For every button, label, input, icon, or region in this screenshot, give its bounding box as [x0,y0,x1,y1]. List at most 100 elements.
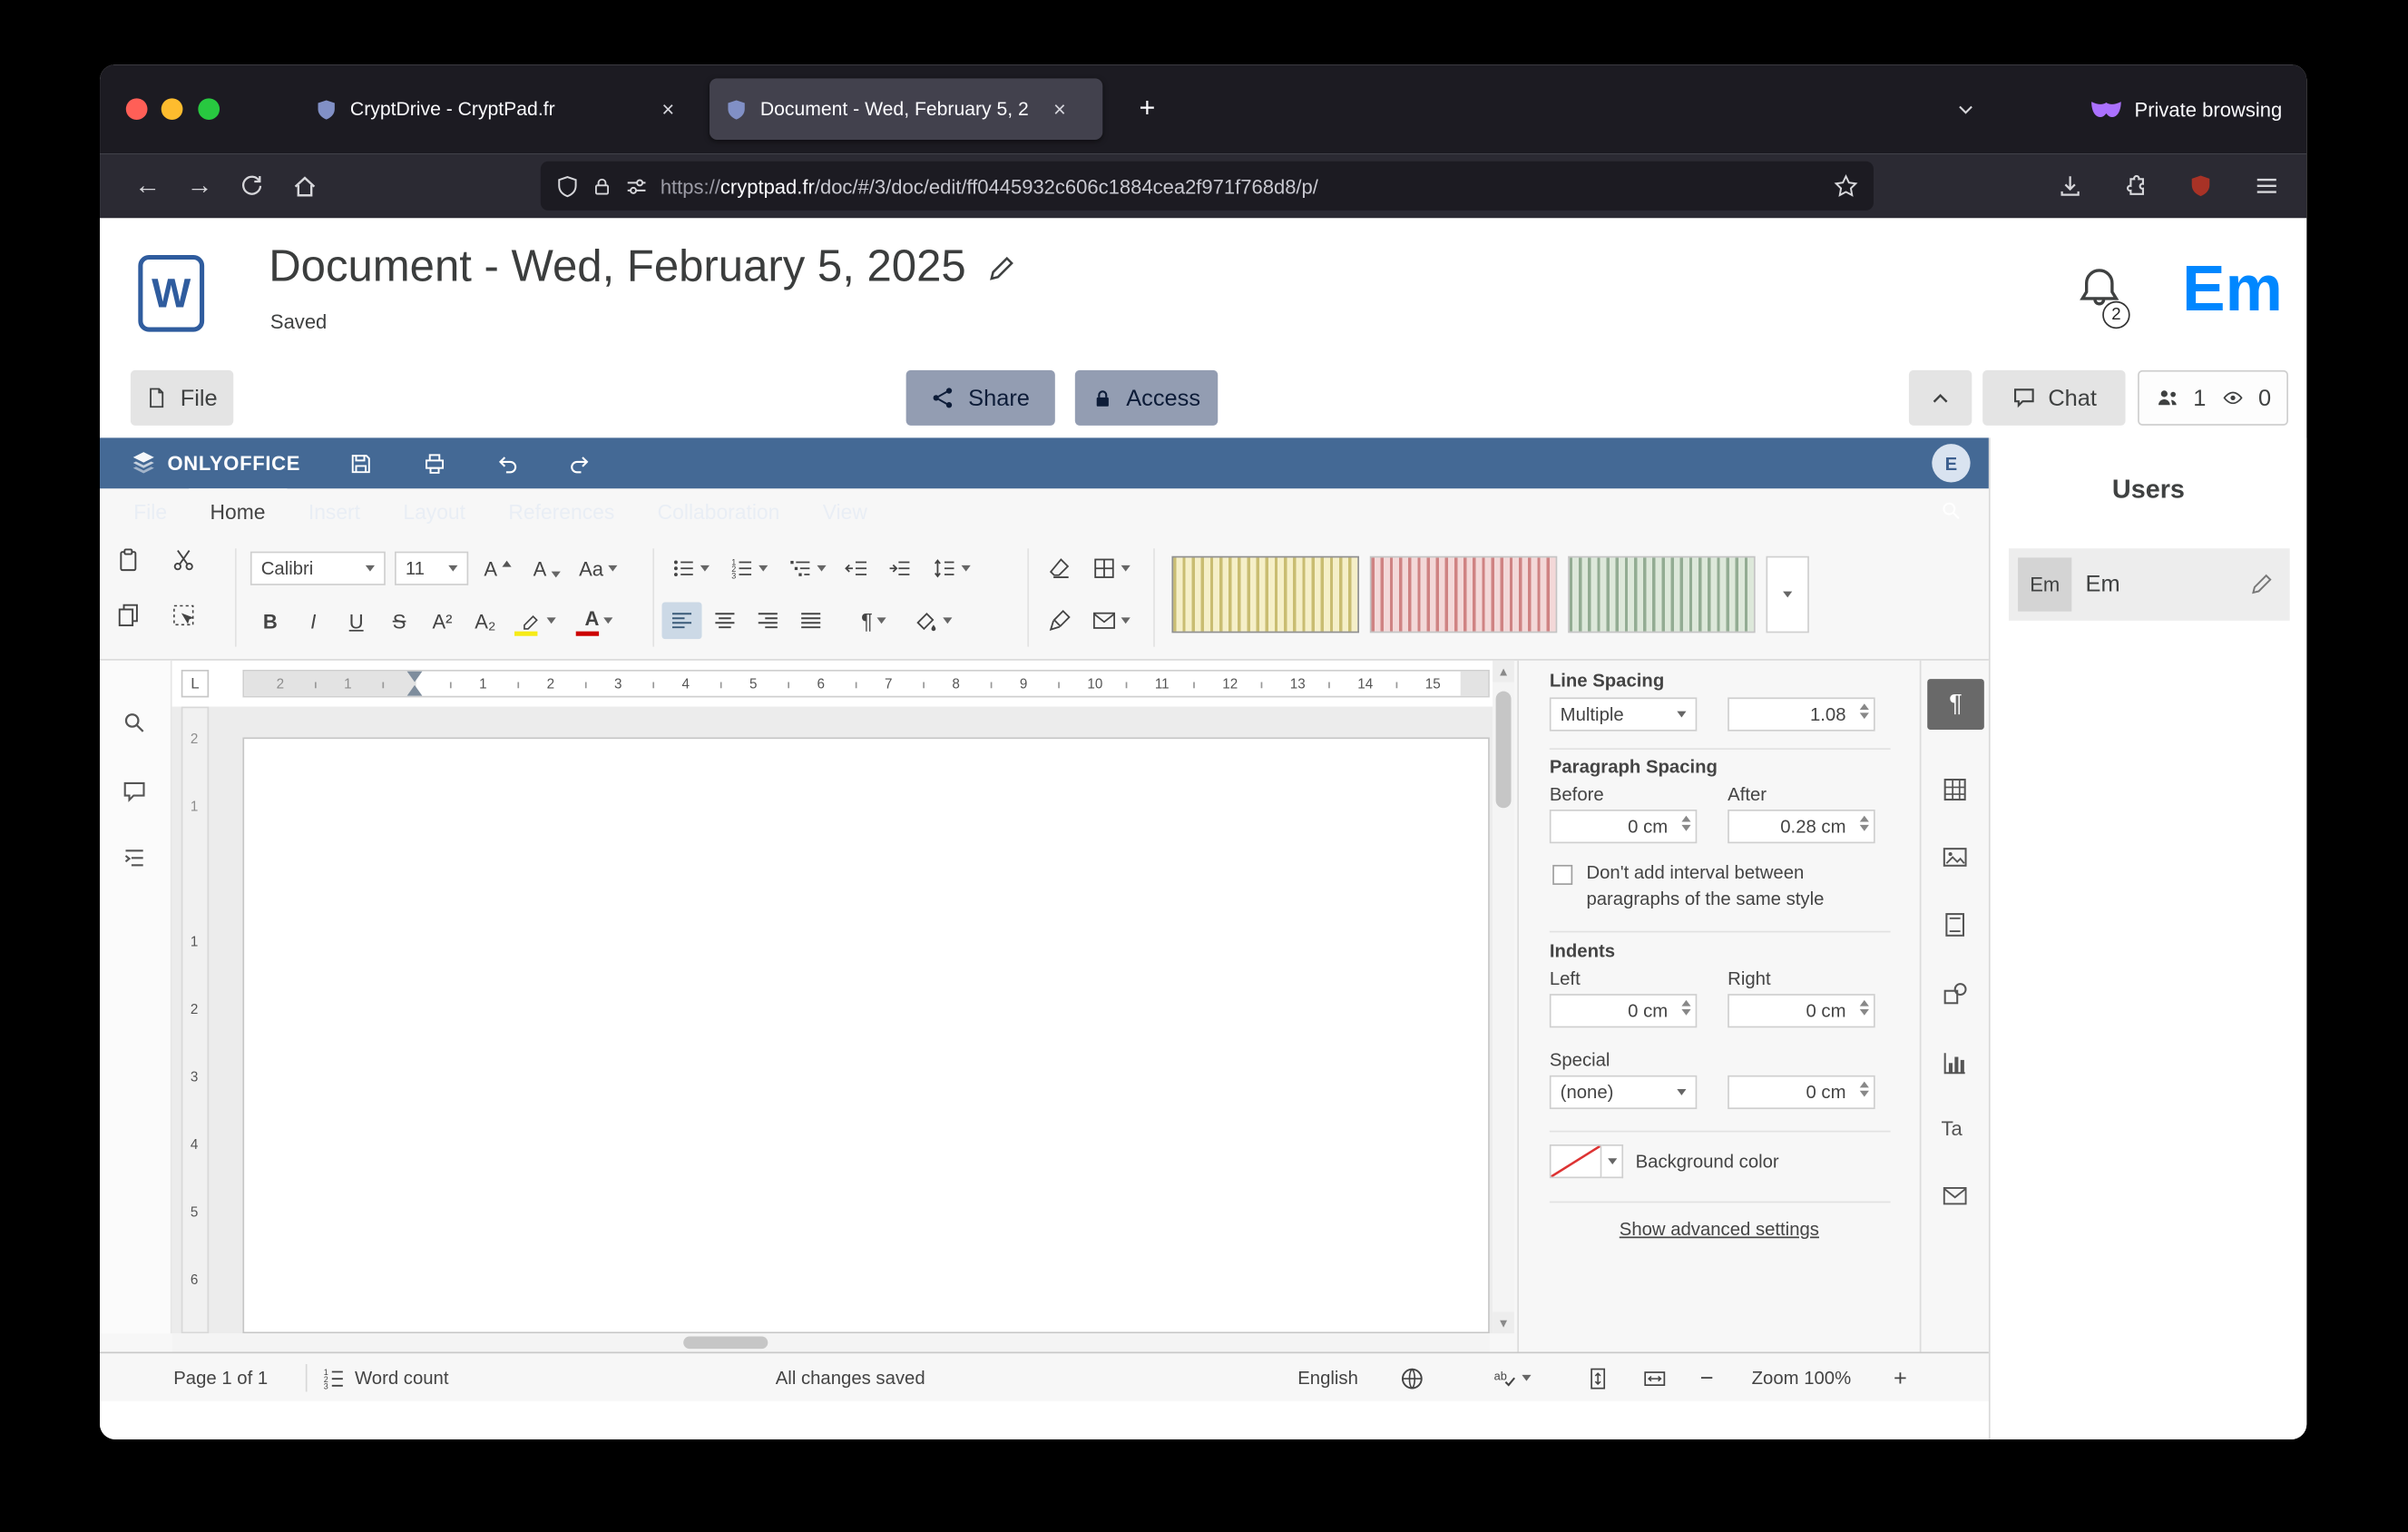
home-button[interactable] [278,162,330,209]
scroll-up-arrow[interactable]: ▲ [1493,661,1514,683]
notifications-bell[interactable]: 2 [2076,264,2138,331]
reload-button[interactable] [226,162,279,209]
italic-button[interactable]: I [293,602,333,639]
spinner-arrows[interactable] [1681,816,1690,831]
spinner-arrows[interactable] [1860,1000,1869,1016]
clear-style-button[interactable] [1040,550,1080,587]
shape-settings-icon[interactable] [1941,980,1968,1007]
align-right-button[interactable] [748,602,788,639]
increase-font-button[interactable]: A [477,550,517,587]
nonprinting-characters-button[interactable]: ¶ [847,602,902,639]
window-close-button[interactable] [126,98,148,120]
share-button[interactable]: Share [906,370,1055,426]
decrease-indent-button[interactable] [837,550,876,587]
tab-overflow-chevron[interactable] [1946,91,1986,128]
line-spacing-amount-spinner[interactable]: 1.08 [1728,697,1875,731]
change-case-button[interactable]: Aa [576,550,621,587]
language-selector[interactable]: English [1297,1353,1358,1402]
tab-close-icon[interactable]: × [654,95,681,123]
extensions-icon[interactable] [2110,162,2163,209]
zoom-out-button[interactable]: − [1700,1353,1714,1402]
table-settings-icon[interactable] [1941,776,1968,803]
account-avatar[interactable]: Em [2182,252,2283,326]
menu-tab-file[interactable]: File [113,488,189,535]
rename-pencil-icon[interactable] [987,253,1016,282]
find-icon[interactable] [122,710,148,736]
multilevel-list-button[interactable] [778,550,834,587]
scroll-down-arrow[interactable]: ▼ [1493,1311,1514,1333]
special-select[interactable]: (none) [1550,1075,1697,1109]
font-color-button[interactable]: A [570,602,628,639]
style-preview-heading[interactable] [1568,556,1755,633]
horizontal-scrollbar[interactable] [172,1333,1490,1351]
image-settings-icon[interactable] [1941,843,1968,870]
bookmark-star-icon[interactable] [1834,173,1858,198]
fit-width-button[interactable] [1641,1353,1668,1402]
menu-tab-layout[interactable]: Layout [382,488,487,535]
vertical-ruler[interactable]: 21123456 [181,707,209,1334]
url-bar[interactable]: https://cryptpad.fr/doc/#/3/doc/edit/ff0… [541,162,1874,211]
special-amount-spinner[interactable]: 0 cm [1728,1075,1875,1109]
paste-button[interactable] [115,547,142,574]
file-menu-button[interactable]: File [131,370,233,426]
spacing-after-spinner[interactable]: 0.28 cm [1728,810,1875,843]
subscript-button[interactable]: A₂ [465,602,505,639]
undo-button[interactable] [484,437,530,488]
numbering-button[interactable]: 123 [720,550,776,587]
textart-settings-icon[interactable]: Ta [1941,1117,1962,1140]
redo-button[interactable] [556,437,602,488]
spacing-before-spinner[interactable]: 0 cm [1550,810,1697,843]
select-all-button[interactable] [171,602,197,628]
fit-page-button[interactable] [1586,1353,1609,1402]
app-menu-button[interactable] [2241,162,2294,209]
spinner-arrows[interactable] [1860,703,1869,719]
first-line-indent-marker[interactable] [407,672,423,683]
background-color-dropdown[interactable] [1601,1144,1623,1178]
left-indent-marker[interactable] [407,685,423,696]
forward-button[interactable]: → [173,162,226,209]
tracking-protection-icon[interactable] [556,174,579,197]
window-minimize-button[interactable] [162,98,183,120]
cut-button[interactable] [171,547,197,574]
line-spacing-button[interactable] [923,550,978,587]
user-list-item[interactable]: Em Em [2009,548,2290,621]
edit-name-pencil-icon[interactable] [2250,572,2275,596]
superscript-button[interactable]: A² [422,602,462,639]
menu-tab-insert[interactable]: Insert [287,488,382,535]
new-tab-button[interactable]: + [1126,86,1169,129]
increase-indent-button[interactable] [880,550,920,587]
mail-merge-button[interactable] [1082,602,1138,639]
tab-stop-selector[interactable]: L [181,670,209,697]
paragraph-shading-button[interactable] [905,602,960,639]
spinner-arrows[interactable] [1681,1000,1690,1016]
tab-document[interactable]: Document - Wed, February 5, 2 × [710,78,1102,140]
permissions-icon[interactable] [625,174,648,197]
decrease-font-button[interactable]: A [527,550,567,587]
vertical-scrollbar[interactable]: ▲ ▼ [1493,661,1514,1333]
paragraph-borders-button[interactable] [1082,550,1138,587]
print-button[interactable] [412,437,458,488]
no-interval-checkbox[interactable] [1552,865,1572,885]
horizontal-ruler[interactable]: 21123456789101112131415 [242,670,1489,697]
chat-button[interactable]: Chat [1982,370,2125,426]
collapse-toolbar-button[interactable] [1909,370,1972,426]
bullets-button[interactable] [662,550,718,587]
copy-style-button[interactable] [1040,602,1080,639]
back-button[interactable]: ← [122,162,174,209]
spell-check-button[interactable]: ab [1492,1353,1532,1402]
menu-tab-collaboration[interactable]: Collaboration [636,488,801,535]
align-center-button[interactable] [705,602,745,639]
style-preview-normal[interactable] [1171,556,1358,633]
spinner-arrows[interactable] [1860,1082,1869,1097]
user-list-button[interactable]: 1 0 [2138,370,2288,426]
set-language-globe-icon[interactable] [1399,1353,1425,1402]
page-indicator[interactable]: Page 1 of 1 [173,1353,268,1402]
menu-tab-home[interactable]: Home [189,488,287,535]
save-button[interactable] [338,437,384,488]
editor-search-icon[interactable] [1940,499,1963,522]
background-color-swatch[interactable] [1550,1144,1602,1178]
advanced-settings-link[interactable]: Show advanced settings [1519,1218,1920,1240]
zoom-level[interactable]: Zoom 100% [1746,1353,1856,1402]
highlight-color-button[interactable] [508,602,566,639]
lock-icon[interactable] [592,174,613,197]
